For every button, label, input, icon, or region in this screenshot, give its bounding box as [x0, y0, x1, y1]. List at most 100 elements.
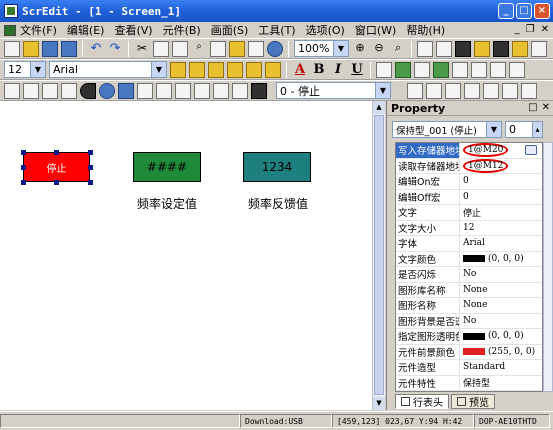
- chevron-down-icon[interactable]: ▼: [486, 122, 501, 137]
- state-next-icon[interactable]: [426, 82, 442, 99]
- selection-handle[interactable]: [88, 165, 93, 170]
- arc-element-icon[interactable]: [80, 82, 96, 99]
- menu-element[interactable]: 元件(B): [163, 22, 201, 38]
- property-row[interactable]: 元件前景颜色 (255, 0, 0): [396, 344, 542, 360]
- mdi-restore-icon[interactable]: ❐: [526, 24, 535, 35]
- group-icon[interactable]: [493, 40, 509, 57]
- minimize-button[interactable]: _: [498, 3, 514, 19]
- resize-icon[interactable]: [414, 61, 430, 78]
- selection-handle[interactable]: [88, 180, 93, 185]
- line-element-icon[interactable]: [61, 82, 77, 99]
- object-select[interactable]: 保持型_001 (停止) ▼: [392, 121, 502, 138]
- frame-icon[interactable]: [210, 40, 226, 57]
- text-color-icon[interactable]: A: [292, 62, 308, 77]
- tab-preview[interactable]: 预览: [451, 394, 495, 409]
- property-row[interactable]: 文字颜色 (0, 0, 0): [396, 251, 542, 267]
- text-element-icon[interactable]: [156, 82, 172, 99]
- stop-button-element[interactable]: 停止: [23, 152, 90, 182]
- property-row[interactable]: 图形库名称 None: [396, 282, 542, 298]
- distribute-h-icon[interactable]: [471, 61, 487, 78]
- button-element-icon[interactable]: [4, 82, 20, 99]
- property-row[interactable]: 编辑On宏 0: [396, 174, 542, 190]
- canvas-scrollbar[interactable]: ▲ ▼: [372, 101, 385, 410]
- property-row[interactable]: 写入存储器地址 1@M20: [396, 143, 542, 159]
- menu-options[interactable]: 选项(O): [306, 22, 345, 38]
- folder-icon[interactable]: [229, 40, 245, 57]
- print-icon[interactable]: [248, 40, 264, 57]
- state-prev-icon[interactable]: [407, 82, 423, 99]
- circle-element-icon[interactable]: [99, 82, 115, 99]
- open-folder-icon[interactable]: [23, 40, 39, 57]
- italic-icon[interactable]: I: [330, 62, 346, 77]
- meter-element-icon[interactable]: [23, 82, 39, 99]
- font-size-select[interactable]: 12 ▼: [4, 61, 46, 78]
- help-icon[interactable]: [267, 40, 283, 57]
- scroll-up-icon[interactable]: ▲: [373, 101, 385, 114]
- paste-icon[interactable]: [172, 40, 188, 57]
- property-row[interactable]: 文字 停止: [396, 205, 542, 221]
- copy-icon[interactable]: [153, 40, 169, 57]
- picture-element-icon[interactable]: [175, 82, 191, 99]
- zoom-select[interactable]: 100% ▼: [294, 40, 349, 57]
- zoom-in-icon[interactable]: ⊕: [352, 41, 368, 57]
- property-row[interactable]: 字体 Arial: [396, 236, 542, 252]
- selection-handle[interactable]: [54, 150, 59, 155]
- align-icon[interactable]: [436, 40, 452, 57]
- download-icon[interactable]: [502, 82, 518, 99]
- object-spin[interactable]: 0 ▴: [505, 121, 543, 138]
- property-row[interactable]: 是否闪烁 No: [396, 267, 542, 283]
- table-element-icon[interactable]: [213, 82, 229, 99]
- text-tool-icon[interactable]: [445, 82, 461, 99]
- grid-icon[interactable]: [417, 40, 433, 57]
- maximize-button[interactable]: □: [516, 3, 532, 19]
- arrow-down-icon[interactable]: [265, 61, 281, 78]
- alarm-element-icon[interactable]: [232, 82, 248, 99]
- close-button[interactable]: ×: [534, 3, 550, 19]
- property-row[interactable]: 指定图形透明色 (0, 0, 0): [396, 329, 542, 345]
- same-size-icon[interactable]: [452, 61, 468, 78]
- selection-handle[interactable]: [21, 180, 26, 185]
- mdi-minimize-icon[interactable]: _: [515, 24, 520, 35]
- chevron-down-icon[interactable]: ▼: [30, 62, 45, 77]
- menu-view[interactable]: 查看(V): [114, 22, 152, 38]
- align-center-icon[interactable]: [189, 61, 205, 78]
- bar-element-icon[interactable]: [42, 82, 58, 99]
- arrow-up-icon[interactable]: [227, 61, 243, 78]
- zoom-fit-icon[interactable]: ⌕: [390, 41, 406, 57]
- property-row[interactable]: 图形名称 None: [396, 298, 542, 314]
- scroll-down-icon[interactable]: ▼: [373, 397, 385, 410]
- center-icon[interactable]: [509, 61, 525, 78]
- chevron-down-icon[interactable]: ▼: [151, 62, 166, 77]
- menu-file[interactable]: 文件(F): [20, 22, 57, 38]
- ellipsis-button[interactable]: [525, 145, 538, 156]
- scroll-thumb[interactable]: [374, 115, 384, 395]
- align-middle-icon[interactable]: [246, 61, 262, 78]
- state-select[interactable]: 0 - 停止 ▼: [276, 82, 391, 99]
- property-scrollbar[interactable]: [543, 142, 553, 392]
- chevron-down-icon[interactable]: ▼: [375, 83, 390, 98]
- screen-canvas[interactable]: 停止 #### 1234 频率设定值 频率反馈值: [0, 101, 372, 410]
- rectangle-element-icon[interactable]: [118, 82, 134, 99]
- save-icon[interactable]: [42, 40, 58, 57]
- trend-element-icon[interactable]: [194, 82, 210, 99]
- align-left-icon[interactable]: [170, 61, 186, 78]
- menu-screen[interactable]: 画面(S): [211, 22, 249, 38]
- selection-handle[interactable]: [88, 150, 93, 155]
- selection-handle[interactable]: [54, 180, 59, 185]
- keypad-element-icon[interactable]: [251, 82, 267, 99]
- numeric-element-icon[interactable]: [137, 82, 153, 99]
- menu-edit[interactable]: 编辑(E): [67, 22, 105, 38]
- align-right-icon[interactable]: [208, 61, 224, 78]
- property-row[interactable]: 元件造型 Standard: [396, 360, 542, 376]
- menu-window[interactable]: 窗口(W): [355, 22, 396, 38]
- layer-back-icon[interactable]: [474, 40, 490, 57]
- menu-tools[interactable]: 工具(T): [258, 22, 295, 38]
- simulate-icon[interactable]: [521, 82, 537, 99]
- selection-handle[interactable]: [21, 150, 26, 155]
- selection-handle[interactable]: [21, 165, 26, 170]
- close-icon[interactable]: ✕: [542, 102, 550, 113]
- tab-property-list[interactable]: 行表头: [395, 394, 449, 409]
- layer-front-icon[interactable]: [455, 40, 471, 57]
- cut-icon[interactable]: ✂: [134, 41, 150, 57]
- property-row[interactable]: 图形背景是否透明No: [396, 313, 542, 329]
